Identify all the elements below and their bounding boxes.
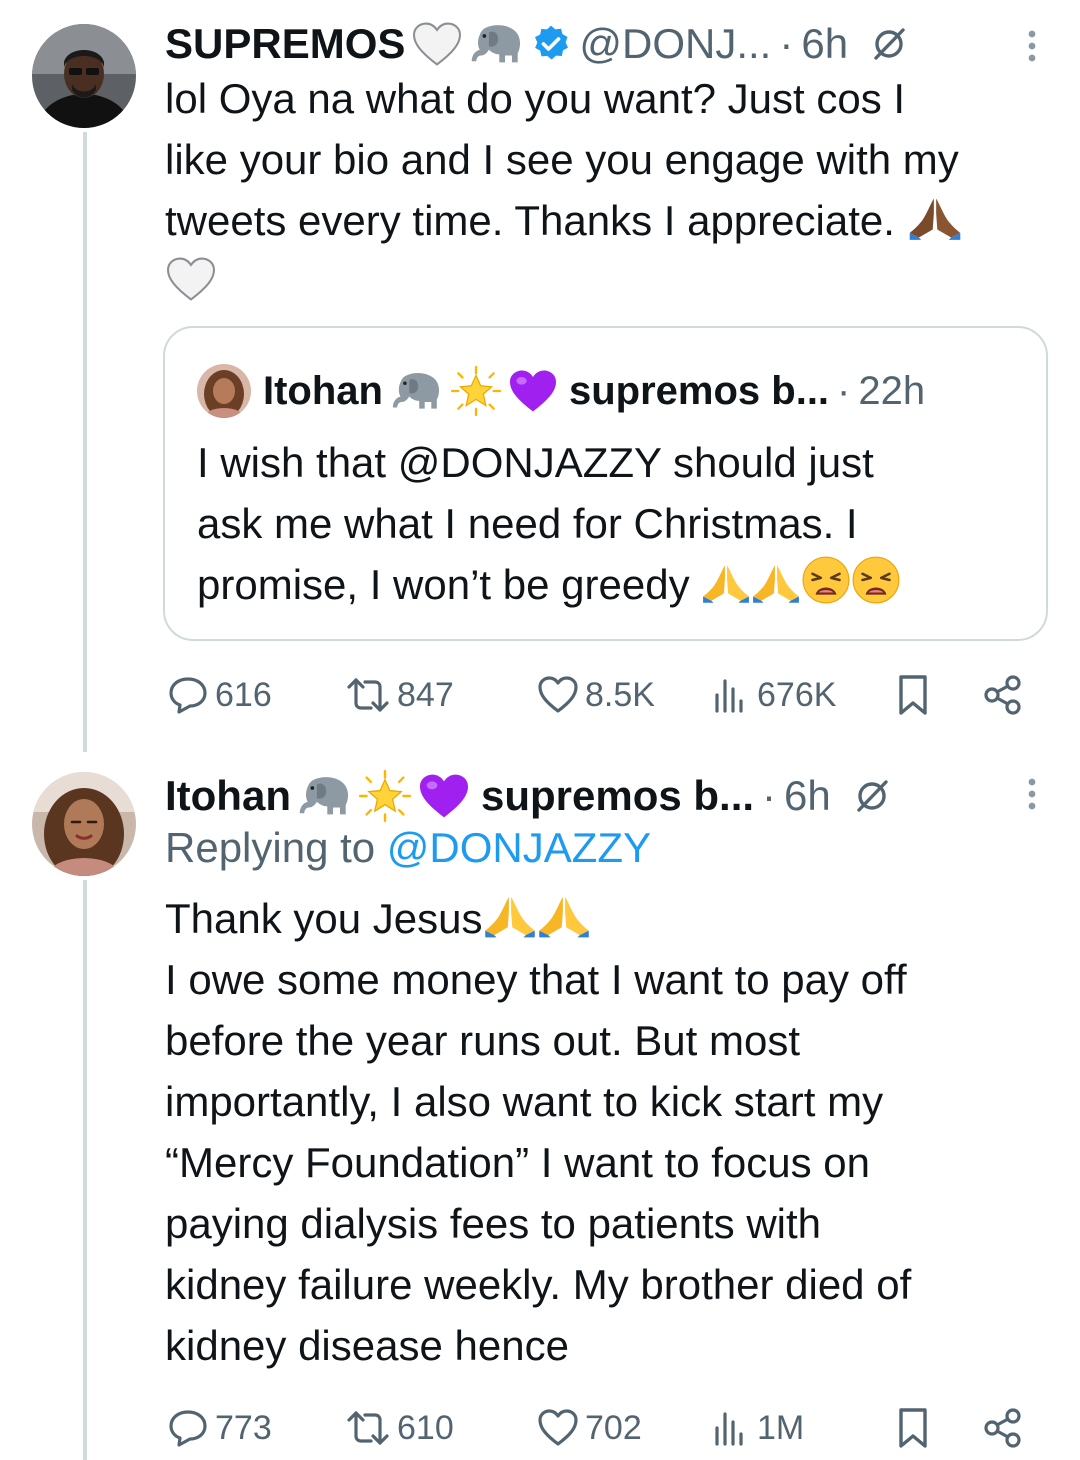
quoted-author-name-suffix[interactable]: supremos b... — [569, 369, 829, 414]
replying-to-label: Replying to — [165, 824, 376, 871]
separator-dot: · — [837, 368, 851, 413]
view-count: 676K — [757, 675, 837, 714]
elephant-icon — [297, 773, 353, 819]
author-name[interactable]: SUPREMOS — [165, 20, 405, 68]
reply-button[interactable]: 773 — [167, 1398, 272, 1458]
share-icon — [984, 1408, 1021, 1448]
elephant-icon — [469, 21, 525, 67]
avatar — [197, 364, 251, 418]
bookmark-icon — [899, 1408, 927, 1448]
tweet-time[interactable]: 6h — [784, 772, 831, 820]
like-button[interactable]: 8.5K — [537, 665, 655, 725]
separator-dot: · — [762, 772, 777, 819]
author-name-suffix[interactable]: supremos b... — [481, 772, 754, 820]
avatar[interactable] — [32, 772, 136, 876]
white-heart-icon — [165, 256, 217, 302]
replying-to: Replying to @DONJAZZY — [165, 824, 651, 872]
bookmark-button[interactable] — [893, 1398, 939, 1458]
retweet-count: 610 — [397, 1408, 454, 1447]
purple-heart-icon — [417, 772, 471, 820]
elephant-icon — [389, 369, 445, 413]
folded-hands-icon — [483, 893, 537, 939]
like-count: 702 — [585, 1408, 642, 1447]
replying-to-mention[interactable]: @DONJAZZY — [387, 824, 651, 871]
tweet-actions: 773 610 702 1M — [165, 1398, 1035, 1458]
bookmark-button[interactable] — [893, 665, 939, 725]
views-chart-icon — [715, 679, 743, 713]
thread-connector-line — [83, 132, 87, 752]
tweet-time[interactable]: 6h — [801, 20, 848, 68]
reply-count: 773 — [215, 1408, 272, 1447]
glowing-star-icon — [359, 770, 411, 822]
tweet-header: SUPREMOS @DONJ... · 6h — [165, 20, 908, 68]
share-button[interactable] — [981, 1398, 1031, 1458]
heart-icon — [538, 1409, 578, 1446]
glowing-star-icon — [451, 366, 501, 416]
weary-face-icon — [801, 555, 851, 605]
weary-face-icon — [851, 555, 901, 605]
more-options-icon[interactable] — [1028, 30, 1036, 62]
more-options-icon[interactable] — [1028, 778, 1036, 810]
heart-icon — [538, 676, 578, 713]
views-chart-icon — [715, 1412, 743, 1446]
like-count: 8.5K — [585, 675, 655, 714]
bookmark-icon — [899, 675, 927, 715]
tweet-text: Thank you Jesus I owe some money that I w… — [165, 893, 912, 1369]
folded-hands-icon — [701, 561, 751, 605]
white-heart-icon — [411, 21, 463, 67]
tweet-text: lol Oya na what do you want? Just cos Il… — [165, 68, 1055, 312]
retweet-button[interactable]: 847 — [345, 665, 454, 725]
folded-hands-icon — [537, 893, 591, 939]
views-button[interactable]: 676K — [711, 665, 836, 725]
like-button[interactable]: 702 — [537, 1398, 642, 1458]
reply-count: 616 — [215, 675, 272, 714]
separator-dot: · — [779, 20, 794, 67]
author-name[interactable]: Itohan — [165, 772, 291, 820]
reply-button[interactable]: 616 — [167, 665, 272, 725]
quoted-author-name[interactable]: Itohan — [263, 369, 383, 414]
share-icon — [984, 675, 1021, 715]
folded-hands-icon — [751, 561, 801, 605]
quoted-tweet-time: 22h — [858, 368, 926, 413]
retweet-count: 847 — [397, 675, 454, 714]
reply-icon — [169, 677, 207, 714]
tweet-header: Itohan supremos b... · 6h — [165, 770, 891, 822]
reply-icon — [169, 1410, 207, 1447]
quoted-tweet-header: Itohan supremos b... · 22h — [197, 364, 925, 418]
thread-connector-line — [83, 880, 87, 1460]
tweet-actions: 616 847 8.5K 676K — [165, 665, 1035, 725]
views-button[interactable]: 1M — [711, 1398, 804, 1458]
share-button[interactable] — [981, 665, 1031, 725]
quoted-tweet-text: I wish that @DONJAZZY should just ask me … — [197, 432, 1027, 615]
grok-icon[interactable] — [870, 25, 908, 63]
avatar[interactable] — [32, 24, 136, 128]
grok-icon[interactable] — [853, 777, 891, 815]
retweet-button[interactable]: 610 — [345, 1398, 454, 1458]
view-count: 1M — [757, 1408, 805, 1447]
quoted-tweet[interactable]: Itohan supremos b... · 22h I wish that @… — [163, 326, 1048, 641]
purple-heart-icon — [507, 368, 559, 414]
folded-hands-icon — [907, 195, 963, 241]
author-handle[interactable]: @DONJ... — [579, 20, 771, 68]
verified-badge-icon — [531, 24, 571, 64]
retweet-icon — [347, 1411, 389, 1445]
retweet-icon — [347, 678, 389, 712]
